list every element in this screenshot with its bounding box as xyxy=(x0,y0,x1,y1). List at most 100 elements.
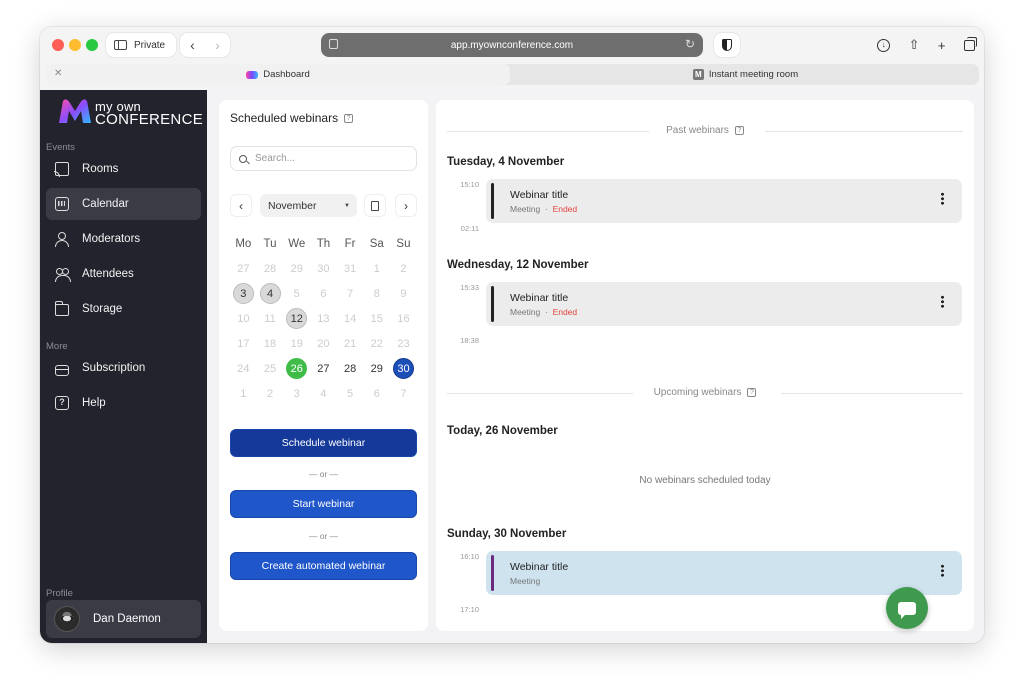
calendar-day-selected[interactable]: 30 xyxy=(390,356,417,381)
webinar-card[interactable]: Webinar title Meeting · Ended xyxy=(486,179,962,223)
or-divider: — or — xyxy=(308,531,339,541)
next-month-button[interactable]: › xyxy=(395,194,417,217)
calendar-day[interactable]: 14 xyxy=(337,306,364,331)
calendar-day[interactable]: 17 xyxy=(230,331,257,356)
calendar-day[interactable]: 16 xyxy=(390,306,417,331)
more-options-icon[interactable] xyxy=(941,295,944,308)
share-icon[interactable]: ⇧ xyxy=(909,37,920,53)
minimize-window-button[interactable] xyxy=(69,39,81,51)
calendar-day[interactable]: 10 xyxy=(230,306,257,331)
calendar-day-with-event[interactable]: 12 xyxy=(283,306,310,331)
calendar-day[interactable]: 27 xyxy=(310,356,337,381)
calendar-day[interactable]: 15 xyxy=(363,306,390,331)
sidebar-item-label: Storage xyxy=(82,303,123,315)
calendar-day[interactable]: 20 xyxy=(310,331,337,356)
calendar-day[interactable]: 7 xyxy=(390,381,417,406)
help-icon: ? xyxy=(55,396,69,410)
calendar-day[interactable]: 24 xyxy=(230,356,257,381)
calendar-day[interactable]: 7 xyxy=(337,281,364,306)
calendar-day-with-event[interactable]: 4 xyxy=(257,281,284,306)
or-divider: — or — xyxy=(308,469,339,479)
bookmark-button[interactable] xyxy=(364,194,386,217)
sidebar-item-attendees[interactable]: Attendees xyxy=(46,258,201,290)
sidebar-toggle-button[interactable]: Private xyxy=(106,33,176,57)
downloads-icon[interactable]: ↓ xyxy=(877,38,891,52)
info-icon[interactable]: ? xyxy=(734,125,744,135)
sidebar-item-subscription[interactable]: Subscription xyxy=(46,352,201,384)
tab-instant-meeting-room[interactable]: M Instant meeting room xyxy=(512,64,979,85)
start-webinar-button[interactable]: Start webinar xyxy=(230,490,417,518)
zoom-window-button[interactable] xyxy=(86,39,98,51)
calendar-day[interactable]: 28 xyxy=(257,256,284,281)
tab-overview-icon[interactable] xyxy=(963,36,977,51)
tab-strip: ✕ Dashboard M Instant meeting room xyxy=(46,64,979,85)
calendar-day[interactable]: 23 xyxy=(390,331,417,356)
info-icon[interactable]: ? xyxy=(747,387,757,397)
search-icon xyxy=(239,154,247,163)
more-options-icon[interactable] xyxy=(941,564,944,577)
calendar-day-today[interactable]: 26 xyxy=(283,356,310,381)
prev-month-button[interactable]: ‹ xyxy=(230,194,252,217)
reload-icon[interactable]: ↻ xyxy=(685,37,695,51)
webinar-card[interactable]: Webinar title Meeting xyxy=(486,551,962,595)
webinar-card[interactable]: Webinar title Meeting · Ended xyxy=(486,282,962,326)
calendar-day[interactable]: 4 xyxy=(310,381,337,406)
support-chat-button[interactable] xyxy=(886,587,928,629)
weekday-label: Su xyxy=(396,237,411,250)
sidebar-item-moderators[interactable]: Moderators xyxy=(46,223,201,255)
profile-button[interactable]: Dan Daemon xyxy=(46,600,201,638)
bookmark-icon xyxy=(371,200,379,211)
calendar-day[interactable]: 1 xyxy=(363,256,390,281)
back-icon[interactable]: ‹ xyxy=(190,37,195,53)
calendar-day[interactable]: 3 xyxy=(283,381,310,406)
calendar-day[interactable]: 27 xyxy=(230,256,257,281)
create-automated-webinar-button[interactable]: Create automated webinar xyxy=(230,552,417,580)
calendar-day[interactable]: 28 xyxy=(337,356,364,381)
sidebar-item-label: Calendar xyxy=(82,198,129,210)
calendar-day[interactable]: 9 xyxy=(390,281,417,306)
search-input[interactable]: Search... xyxy=(230,146,417,171)
close-tab-icon[interactable]: ✕ xyxy=(54,68,62,79)
page-settings-icon[interactable] xyxy=(329,39,338,49)
sidebar-item-help[interactable]: ? Help xyxy=(46,387,201,419)
calendar-day[interactable]: 6 xyxy=(363,381,390,406)
calendar-day[interactable]: 21 xyxy=(337,331,364,356)
calendar-day[interactable]: 5 xyxy=(283,281,310,306)
calendar-day[interactable]: 2 xyxy=(257,381,284,406)
brand-logo[interactable]: my own CONFERENCE xyxy=(57,97,203,129)
cast-icon xyxy=(54,162,69,177)
sidebar-item-storage[interactable]: Storage xyxy=(46,293,201,325)
calendar-day[interactable]: 18 xyxy=(257,331,284,356)
more-options-icon[interactable] xyxy=(941,192,944,205)
browser-actions: ↓ ⇧ + xyxy=(868,33,984,57)
info-icon[interactable]: ? xyxy=(344,114,354,124)
calendar-day[interactable]: 29 xyxy=(283,256,310,281)
close-window-button[interactable] xyxy=(52,39,64,51)
calendar-day[interactable]: 11 xyxy=(257,306,284,331)
tab-dashboard[interactable]: ✕ Dashboard xyxy=(46,64,510,85)
calendar-day[interactable]: 8 xyxy=(363,281,390,306)
calendar-day[interactable]: 31 xyxy=(337,256,364,281)
sidebar-item-calendar[interactable]: Calendar xyxy=(46,188,201,220)
day-heading: Wednesday, 12 November xyxy=(447,259,589,271)
calendar-day[interactable]: 22 xyxy=(363,331,390,356)
calendar-day[interactable]: 30 xyxy=(310,256,337,281)
calendar-day[interactable]: 5 xyxy=(337,381,364,406)
calendar-day-with-event[interactable]: 3 xyxy=(230,281,257,306)
new-tab-icon[interactable]: + xyxy=(938,38,946,53)
calendar-day[interactable]: 19 xyxy=(283,331,310,356)
logo-mark-icon xyxy=(59,99,91,123)
month-select[interactable]: November ▼ xyxy=(260,194,357,217)
calendar-day[interactable]: 2 xyxy=(390,256,417,281)
sidebar-item-rooms[interactable]: Rooms xyxy=(46,153,201,185)
forward-icon[interactable]: › xyxy=(215,37,220,53)
sidebar-toggle-icon xyxy=(114,40,127,50)
privacy-shield-button[interactable] xyxy=(714,33,740,57)
calendar-day[interactable]: 29 xyxy=(363,356,390,381)
schedule-webinar-button[interactable]: Schedule webinar xyxy=(230,429,417,457)
calendar-day[interactable]: 6 xyxy=(310,281,337,306)
calendar-day[interactable]: 25 xyxy=(257,356,284,381)
calendar-day[interactable]: 13 xyxy=(310,306,337,331)
address-bar[interactable]: app.myownconference.com ↻ xyxy=(321,33,703,57)
calendar-day[interactable]: 1 xyxy=(230,381,257,406)
